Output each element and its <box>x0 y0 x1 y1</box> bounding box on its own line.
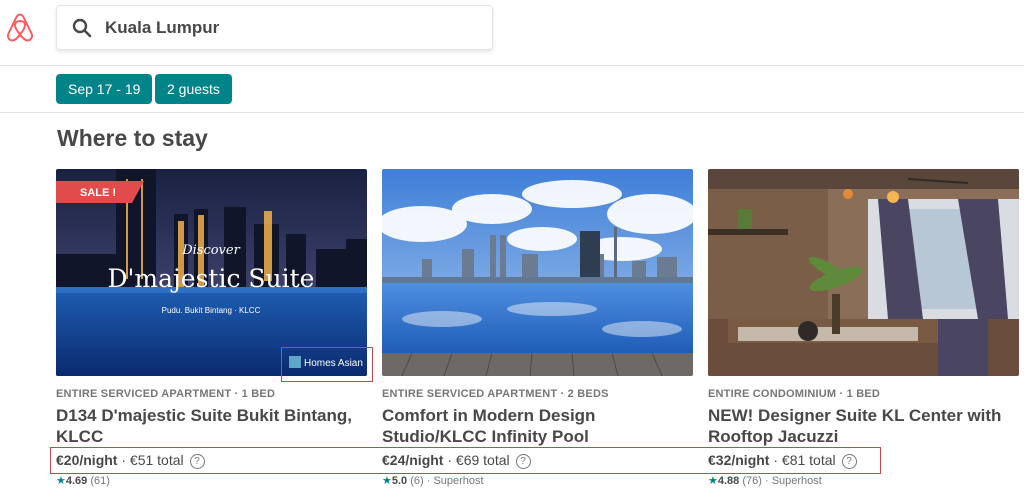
homes-badge-highlight-box <box>281 347 373 382</box>
search-box[interactable] <box>56 5 493 50</box>
top-bar <box>0 0 1024 66</box>
airbnb-logo[interactable] <box>4 12 36 44</box>
superhost-label: · Superhost <box>761 475 822 487</box>
search-icon <box>72 18 92 38</box>
listing-type: ENTIRE CONDOMINIUM · 1 BED <box>708 388 881 400</box>
search-input[interactable] <box>105 15 475 41</box>
listing-card[interactable]: Discover D'majestic Suite Pudu. Bukit Bi… <box>56 169 367 494</box>
rating-value: 4.88 <box>717 475 740 487</box>
price-row-highlight-box <box>50 447 881 474</box>
guests-filter-button[interactable]: 2 guests <box>155 74 232 104</box>
star-icon: ★ <box>382 475 392 487</box>
listing-type: ENTIRE SERVICED APARTMENT · 2 BEDS <box>382 388 609 400</box>
section-title: Where to stay <box>57 125 208 151</box>
listing-photo[interactable]: Discover D'majestic Suite Pudu. Bukit Bi… <box>56 169 367 376</box>
star-icon: ★ <box>708 475 718 487</box>
dates-filter-button[interactable]: Sep 17 - 19 <box>56 74 153 104</box>
review-count: (61) <box>87 475 110 487</box>
star-icon: ★ <box>56 475 66 487</box>
rating-value: 5.0 <box>391 475 408 487</box>
sale-badge: SALE ! <box>56 181 144 203</box>
listing-photo[interactable] <box>708 169 1019 376</box>
listing-photo[interactable] <box>382 169 693 376</box>
review-count: (76) <box>739 475 762 487</box>
rating-value: 4.69 <box>65 475 88 487</box>
photo-location-text: Pudu. Bukit Bintang · KLCC <box>162 306 261 315</box>
rating-row: ★4.69 (61) <box>56 474 110 487</box>
rating-row: ★4.88 (76) · Superhost <box>708 474 822 487</box>
listing-title[interactable]: NEW! Designer Suite KL Center with Rooft… <box>708 405 1023 447</box>
listing-title[interactable]: Comfort in Modern Design Studio/KLCC Inf… <box>382 405 697 447</box>
listing-title[interactable]: D134 D'majestic Suite Bukit Bintang, KLC… <box>56 405 371 447</box>
sale-label: SALE ! <box>80 187 116 199</box>
listing-card[interactable]: ENTIRE CONDOMINIUM · 1 BED NEW! Designer… <box>708 169 1019 494</box>
listing-card[interactable]: ENTIRE SERVICED APARTMENT · 2 BEDS Comfo… <box>382 169 693 494</box>
review-count: (6) <box>407 475 424 487</box>
photo-name-text: D'majestic Suite <box>108 264 315 293</box>
listing-type: ENTIRE SERVICED APARTMENT · 1 BED <box>56 388 276 400</box>
rating-row: ★5.0 (6) · Superhost <box>382 474 484 487</box>
superhost-label: · Superhost <box>423 475 484 487</box>
photo-discover-text: Discover <box>181 243 240 258</box>
filter-bar: Sep 17 - 19 2 guests <box>0 66 1024 113</box>
